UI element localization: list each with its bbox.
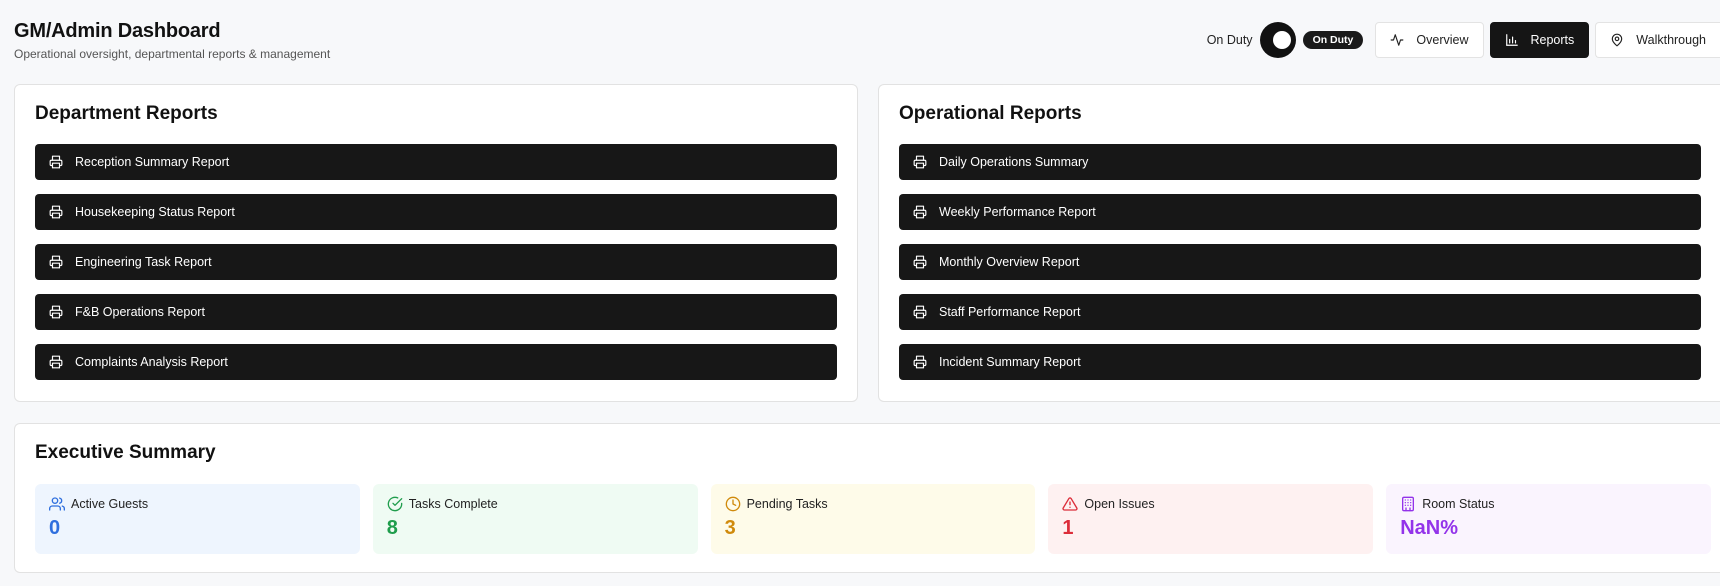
report-label: Housekeeping Status Report: [75, 205, 235, 219]
operational-reports-card: Operational Reports Daily Operations Sum…: [878, 84, 1720, 402]
stat-room-status: Room Status NaN%: [1386, 484, 1711, 554]
stat-value: NaN%: [1400, 517, 1458, 539]
incident-summary-report-button[interactable]: Incident Summary Report: [899, 344, 1701, 380]
stat-pending-tasks: Pending Tasks 3: [710, 484, 1036, 554]
stat-value: 8: [386, 517, 398, 539]
alert-triangle-icon: [1062, 496, 1079, 512]
fb-operations-report-button[interactable]: F&B Operations Report: [35, 294, 837, 330]
top-toolbar: On Duty On Duty Overview Reports Walkthr…: [1207, 21, 1720, 59]
map-pin-icon: [1610, 33, 1624, 47]
department-reports-title: Department Reports: [35, 103, 218, 124]
weekly-performance-report-button[interactable]: Weekly Performance Report: [899, 194, 1701, 230]
executive-summary-card: Executive Summary Active Guests 0 Tasks …: [14, 423, 1720, 573]
printer-icon: [49, 305, 63, 319]
printer-icon: [913, 205, 927, 219]
report-label: Monthly Overview Report: [939, 255, 1080, 269]
report-label: Staff Performance Report: [939, 305, 1081, 319]
executive-summary-title: Executive Summary: [35, 442, 216, 463]
report-label: Reception Summary Report: [75, 155, 230, 169]
monthly-overview-report-button[interactable]: Monthly Overview Report: [899, 244, 1701, 280]
page-subtitle: Operational oversight, departmental repo…: [14, 47, 331, 61]
department-reports-list: Reception Summary Report Housekeeping St…: [35, 144, 837, 394]
toggle-knob: [1272, 31, 1291, 49]
report-label: Engineering Task Report: [75, 255, 212, 269]
engineering-task-report-button[interactable]: Engineering Task Report: [35, 244, 837, 280]
stat-value: 1: [1062, 517, 1074, 539]
printer-icon: [913, 355, 927, 369]
page-title: GM/Admin Dashboard: [14, 20, 221, 42]
check-circle-icon: [387, 496, 403, 512]
overview-button[interactable]: Overview: [1375, 22, 1484, 58]
report-label: Weekly Performance Report: [939, 205, 1096, 219]
bar-chart-icon: [1505, 33, 1519, 47]
summary-stats: Active Guests 0 Tasks Complete 8 Pending…: [35, 484, 1711, 554]
reports-button-label: Reports: [1530, 33, 1575, 47]
stat-label: Active Guests: [71, 497, 149, 511]
stat-label: Room Status: [1422, 497, 1495, 511]
reception-summary-report-button[interactable]: Reception Summary Report: [35, 144, 837, 180]
stat-tasks-complete: Tasks Complete 8: [372, 484, 698, 554]
building-icon: [1400, 496, 1416, 512]
report-label: Complaints Analysis Report: [75, 355, 228, 369]
printer-icon: [49, 255, 63, 269]
stat-active-guests: Active Guests 0: [35, 484, 360, 554]
reports-button[interactable]: Reports: [1489, 22, 1590, 58]
printer-icon: [49, 155, 63, 169]
report-label: Daily Operations Summary: [939, 155, 1089, 169]
department-reports-card: Department Reports Reception Summary Rep…: [14, 84, 858, 402]
users-icon: [49, 496, 65, 512]
stat-label: Open Issues: [1084, 497, 1155, 511]
stat-value: 3: [724, 517, 736, 539]
daily-operations-summary-button[interactable]: Daily Operations Summary: [899, 144, 1701, 180]
stat-open-issues: Open Issues 1: [1048, 484, 1374, 554]
housekeeping-status-report-button[interactable]: Housekeeping Status Report: [35, 194, 837, 230]
staff-performance-report-button[interactable]: Staff Performance Report: [899, 294, 1701, 330]
on-duty-label: On Duty: [1206, 33, 1253, 47]
page-header: GM/Admin Dashboard Operational oversight…: [14, 20, 330, 61]
complaints-analysis-report-button[interactable]: Complaints Analysis Report: [35, 344, 837, 380]
walkthrough-button-label: Walkthrough: [1636, 33, 1706, 47]
on-duty-toggle[interactable]: [1259, 22, 1296, 58]
activity-icon: [1390, 33, 1404, 47]
overview-button-label: Overview: [1416, 33, 1469, 47]
on-duty-badge: On Duty: [1302, 31, 1364, 49]
printer-icon: [49, 205, 63, 219]
printer-icon: [913, 255, 927, 269]
report-label: F&B Operations Report: [75, 305, 205, 319]
walkthrough-button[interactable]: Walkthrough: [1595, 22, 1720, 58]
operational-reports-list: Daily Operations Summary Weekly Performa…: [899, 144, 1701, 394]
printer-icon: [913, 155, 927, 169]
printer-icon: [49, 355, 63, 369]
clock-icon: [725, 496, 741, 512]
stat-label: Pending Tasks: [746, 497, 828, 511]
stat-label: Tasks Complete: [408, 497, 498, 511]
stat-value: 0: [49, 517, 61, 539]
printer-icon: [913, 305, 927, 319]
operational-reports-title: Operational Reports: [899, 103, 1082, 124]
report-label: Incident Summary Report: [939, 355, 1081, 369]
